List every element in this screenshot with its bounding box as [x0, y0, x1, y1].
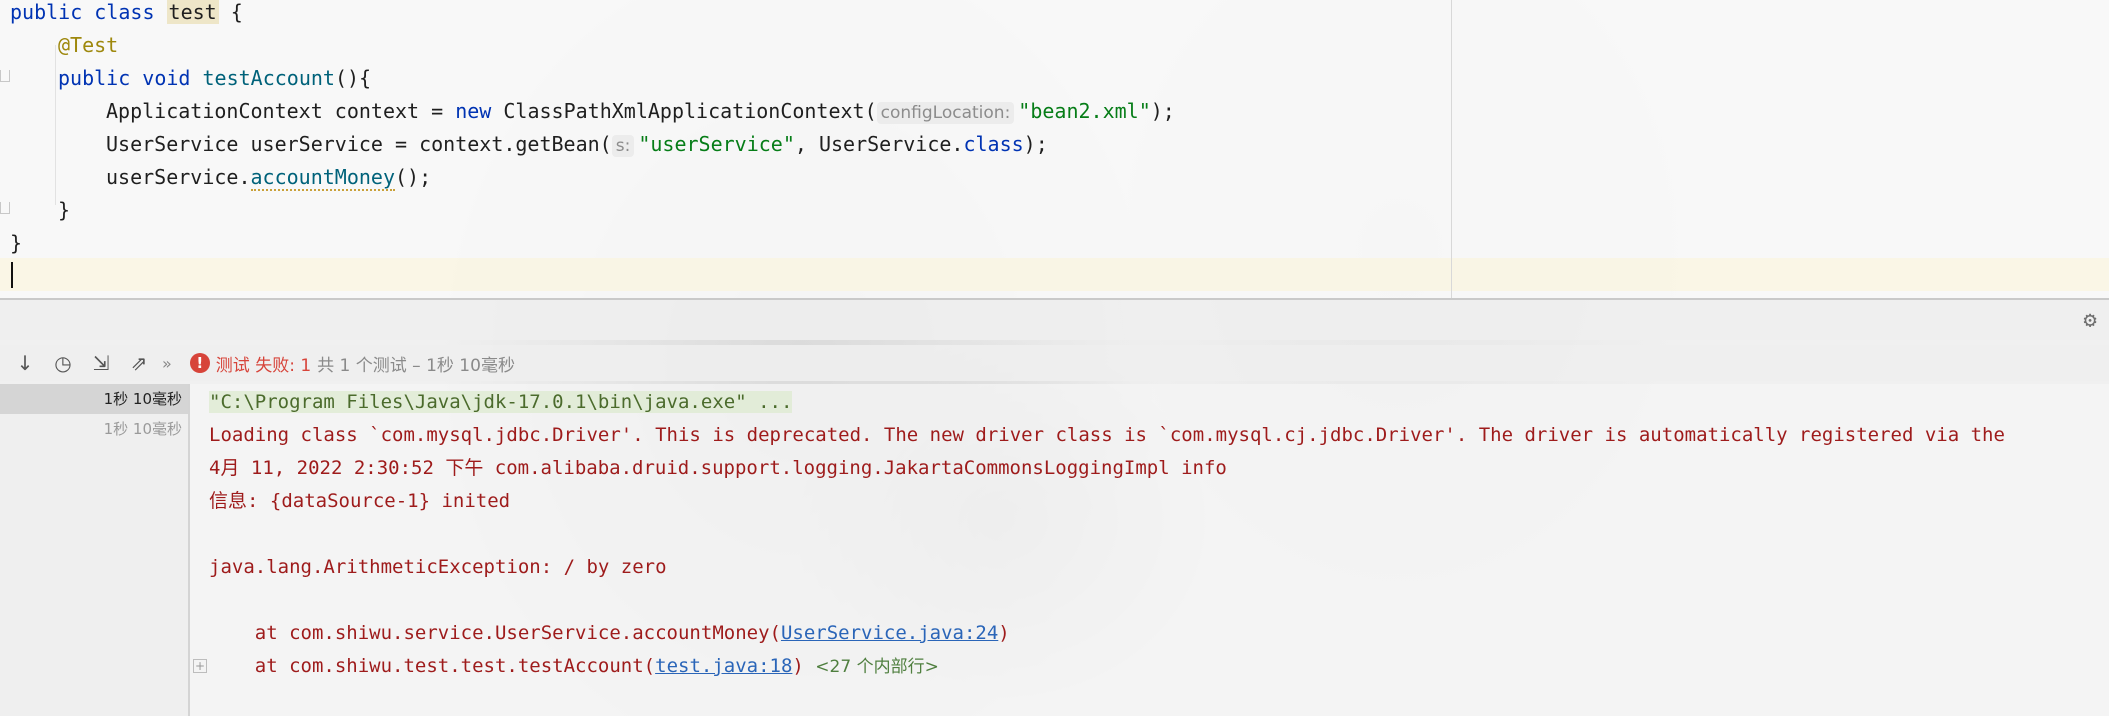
run-panel-header [0, 300, 2109, 340]
code-line-annotation[interactable]: @Test [10, 29, 118, 62]
import-icon[interactable]: ⇲ [88, 350, 114, 376]
console-line: 信息: {dataSource-1} inited [209, 490, 511, 512]
stack-frame-link[interactable]: UserService.java:24 [781, 622, 998, 644]
code-line-close-method[interactable]: } [10, 194, 70, 227]
fold-marker[interactable] [0, 202, 10, 214]
class-name: test [166, 0, 219, 24]
console-line: 4月 11, 2022 2:30:52 下午 com.alibaba.druid… [209, 457, 1227, 479]
code-line-call[interactable]: userService.accountMoney(); [10, 161, 431, 194]
current-line-highlight [0, 258, 2109, 291]
test-status-failed: 测试 失败: 1 [215, 355, 312, 376]
history-icon[interactable]: ◷ [50, 350, 76, 376]
right-margin-guide [1451, 0, 1452, 298]
export-icon[interactable]: ⇗ [126, 350, 152, 376]
more-actions-button[interactable]: » [162, 354, 172, 373]
console-line-command: "C:\Program Files\Java\jdk-17.0.1\bin\ja… [209, 391, 793, 413]
tree-item-test[interactable]: 1秒 10毫秒 [0, 414, 188, 444]
text-caret [11, 262, 13, 288]
arrow-down-icon[interactable]: ↓ [12, 350, 38, 376]
code-line-class-decl[interactable]: public class test { [10, 0, 243, 29]
error-icon: ! [189, 353, 210, 373]
parameter-hint: configLocation: [876, 102, 1015, 124]
code-line-context[interactable]: ApplicationContext context = new ClassPa… [10, 95, 1175, 128]
test-status-summary: 共 1 个测试 – 1秒 10毫秒 [317, 355, 515, 376]
code-line-close-class[interactable]: } [10, 227, 22, 260]
parameter-hint: s: [611, 135, 635, 157]
stack-frame: at com.shiwu.service.UserService.account… [209, 622, 1010, 644]
warning-underline: accountMoney [250, 165, 395, 191]
console-line-exception: java.lang.ArithmeticException: / by zero [209, 556, 667, 578]
expand-icon[interactable]: + [193, 659, 207, 673]
stack-frame-link[interactable]: test.java:18 [655, 655, 792, 677]
code-line-method-decl[interactable]: public void testAccount(){ [10, 62, 371, 95]
stack-frame: at com.shiwu.test.test.testAccount(test.… [209, 655, 939, 677]
internal-frames-toggle[interactable]: <27 个内部行> [815, 657, 939, 677]
fold-marker[interactable] [0, 70, 10, 82]
gear-icon[interactable]: ⚙ [2079, 310, 2101, 332]
code-editor[interactable]: public class test { @Test public void te… [0, 0, 2109, 300]
code-line-getbean[interactable]: UserService userService = context.getBea… [10, 128, 1048, 161]
test-toolbar: ↓ ◷ ⇲ ⇗ » ! 测试 失败: 1 共 1 个测试 – 1秒 10毫秒 [0, 345, 2109, 381]
console-line: Loading class `com.mysql.jdbc.Driver'. T… [209, 424, 2005, 446]
test-tree: 1秒 10毫秒 1秒 10毫秒 [0, 384, 188, 716]
tree-item-root[interactable]: 1秒 10毫秒 [0, 384, 188, 414]
